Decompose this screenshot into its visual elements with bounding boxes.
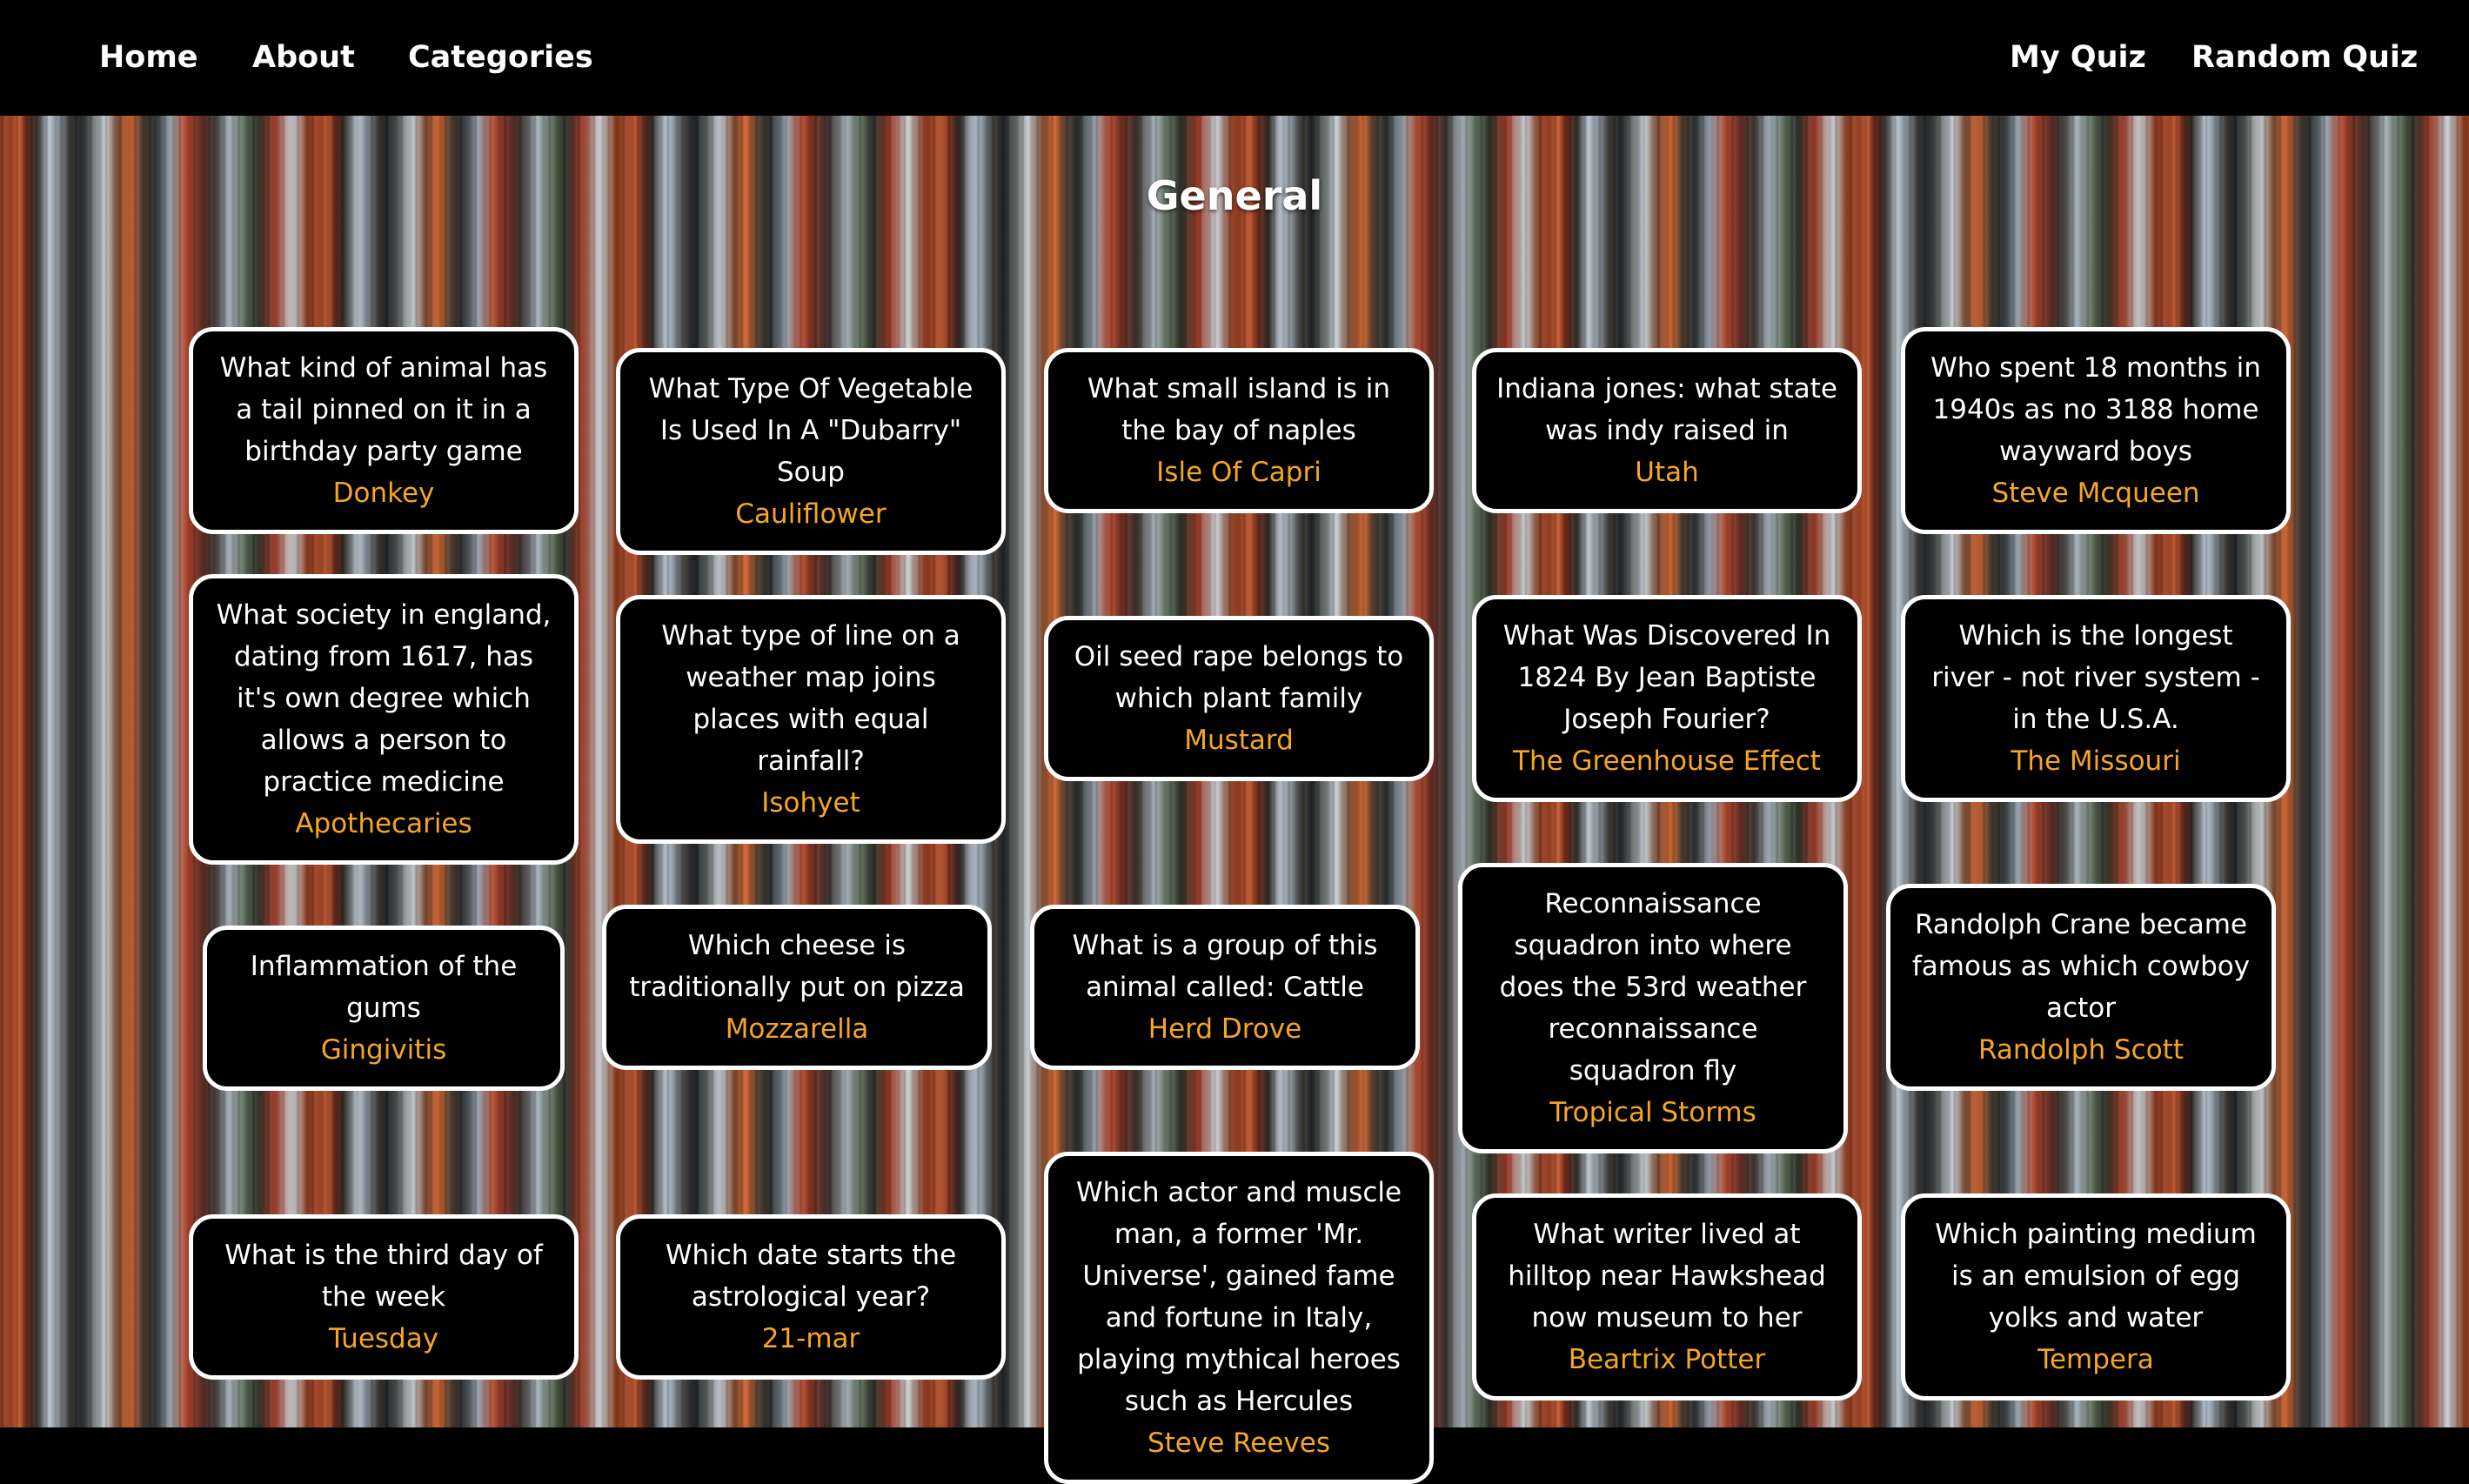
card-question: Which actor and muscle man, a former 'Mr… bbox=[1075, 1177, 1402, 1417]
card-answer: Tuesday bbox=[328, 1323, 439, 1354]
card-question: Oil seed rape belongs to which plant fam… bbox=[1074, 641, 1404, 714]
card-question: What type of line on a weather map joins… bbox=[661, 620, 960, 777]
quiz-card[interactable]: Which painting medium is an emulsion of … bbox=[1901, 1193, 2291, 1400]
card-answer: Apothecaries bbox=[295, 808, 472, 839]
card-question: Which painting medium is an emulsion of … bbox=[1935, 1219, 2257, 1334]
card-question: Reconnaissance squadron into where does … bbox=[1499, 888, 1807, 1086]
nav-categories-link[interactable]: Categories bbox=[408, 0, 593, 116]
card-answer: Donkey bbox=[332, 478, 435, 509]
card-question: Who spent 18 months in 1940s as no 3188 … bbox=[1930, 352, 2261, 467]
card-answer: Tropical Storms bbox=[1549, 1097, 1756, 1128]
card-answer: Mozzarella bbox=[725, 1013, 869, 1045]
card-answer: Isle Of Capri bbox=[1156, 457, 1321, 488]
nav-my-quiz-link[interactable]: My Quiz bbox=[2010, 0, 2146, 116]
quiz-card[interactable]: Which date starts the astrological year?… bbox=[616, 1214, 1006, 1380]
quiz-card[interactable]: Reconnaissance squadron into where does … bbox=[1458, 863, 1848, 1153]
top-nav: Home About Categories My Quiz Random Qui… bbox=[0, 0, 2469, 116]
card-question: What writer lived at hilltop near Hawksh… bbox=[1508, 1219, 1826, 1334]
card-question: What is the third day of the week bbox=[224, 1240, 543, 1313]
nav-about-link[interactable]: About bbox=[252, 0, 355, 116]
quiz-card[interactable]: What society in england, dating from 161… bbox=[189, 574, 579, 865]
nav-home-link[interactable]: Home bbox=[99, 0, 198, 116]
quiz-card[interactable]: What is a group of this animal called: C… bbox=[1030, 905, 1420, 1070]
card-question: Indiana jones: what state was indy raise… bbox=[1496, 373, 1837, 446]
card-answer: The Missouri bbox=[2011, 745, 2181, 777]
quiz-card[interactable]: Randolph Crane became famous as which co… bbox=[1886, 884, 2276, 1091]
quiz-card[interactable]: Which actor and muscle man, a former 'Mr… bbox=[1044, 1152, 1434, 1484]
quiz-card[interactable]: Oil seed rape belongs to which plant fam… bbox=[1044, 616, 1434, 781]
card-answer: Herd Drove bbox=[1148, 1013, 1302, 1045]
card-question: Which is the longest river - not river s… bbox=[1931, 620, 2260, 735]
card-question: What kind of animal has a tail pinned on… bbox=[219, 352, 548, 467]
card-answer: Tempera bbox=[2037, 1344, 2154, 1375]
card-answer: Steve Mcqueen bbox=[1991, 478, 2200, 509]
card-answer: Steve Reeves bbox=[1147, 1427, 1331, 1459]
quiz-card[interactable]: Inflammation of the gums Gingivitis bbox=[203, 926, 565, 1091]
card-question: What society in england, dating from 161… bbox=[216, 599, 552, 798]
card-question: What small island is in the bay of naple… bbox=[1087, 373, 1391, 446]
card-answer: Mustard bbox=[1184, 725, 1294, 756]
quiz-card[interactable]: What kind of animal has a tail pinned on… bbox=[189, 327, 579, 534]
quiz-card[interactable]: Which cheese is traditionally put on piz… bbox=[602, 905, 992, 1070]
quiz-card[interactable]: What small island is in the bay of naple… bbox=[1044, 348, 1434, 513]
quiz-card[interactable]: What writer lived at hilltop near Hawksh… bbox=[1472, 1193, 1862, 1400]
card-answer: Randolph Scott bbox=[1978, 1034, 2184, 1066]
card-question: Inflammation of the gums bbox=[250, 951, 518, 1024]
quiz-card[interactable]: What Type Of Vegetable Is Used In A "Dub… bbox=[616, 348, 1006, 555]
card-question: What Type Of Vegetable Is Used In A "Dub… bbox=[648, 373, 974, 488]
quiz-card[interactable]: Who spent 18 months in 1940s as no 3188 … bbox=[1901, 327, 2291, 534]
quiz-card[interactable]: Indiana jones: what state was indy raise… bbox=[1472, 348, 1862, 513]
card-answer: 21-mar bbox=[761, 1323, 860, 1354]
card-answer: Gingivitis bbox=[320, 1034, 447, 1066]
quiz-card[interactable]: Which is the longest river - not river s… bbox=[1901, 595, 2291, 802]
quiz-card[interactable]: What Was Discovered In 1824 By Jean Bapt… bbox=[1472, 595, 1862, 802]
card-answer: Cauliflower bbox=[735, 498, 887, 530]
card-question: Which date starts the astrological year? bbox=[665, 1240, 957, 1313]
quiz-card[interactable]: What type of line on a weather map joins… bbox=[616, 595, 1006, 844]
card-question: Which cheese is traditionally put on piz… bbox=[629, 930, 965, 1003]
card-answer: The Greenhouse Effect bbox=[1513, 745, 1821, 777]
card-question: Randolph Crane became famous as which co… bbox=[1911, 909, 2251, 1024]
nav-random-quiz-link[interactable]: Random Quiz bbox=[2191, 0, 2418, 116]
card-answer: Isohyet bbox=[761, 787, 860, 819]
card-question: What Was Discovered In 1824 By Jean Bapt… bbox=[1502, 620, 1831, 735]
card-question: What is a group of this animal called: C… bbox=[1072, 930, 1378, 1003]
page-title: General bbox=[1146, 172, 1323, 219]
card-answer: Beartrix Potter bbox=[1568, 1344, 1766, 1375]
quiz-card[interactable]: What is the third day of the week Tuesda… bbox=[189, 1214, 579, 1380]
card-answer: Utah bbox=[1635, 457, 1699, 488]
